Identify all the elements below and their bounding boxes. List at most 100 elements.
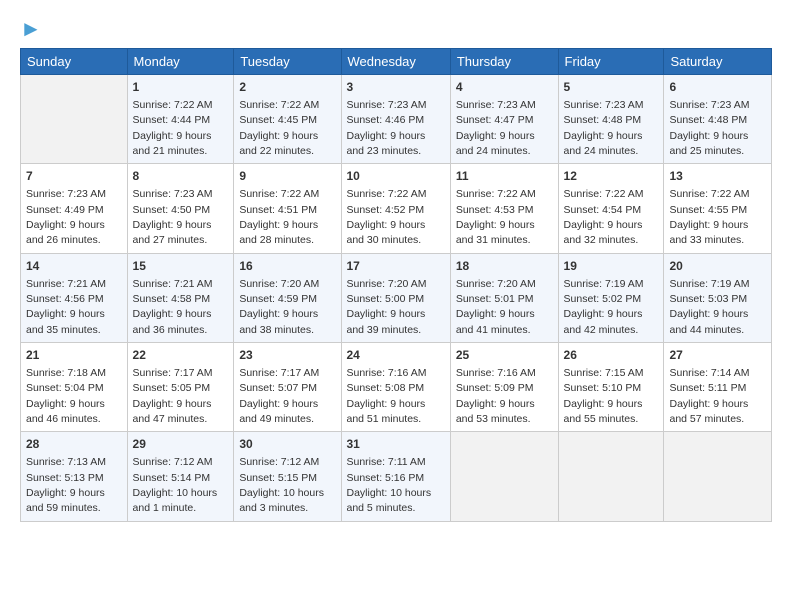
day-number: 24 — [347, 347, 445, 364]
calendar-cell: 15Sunrise: 7:21 AMSunset: 4:58 PMDayligh… — [127, 253, 234, 342]
day-daylight: Daylight: 9 hours and 49 minutes. — [239, 398, 318, 425]
day-sunset: Sunset: 5:13 PM — [26, 472, 104, 484]
day-daylight: Daylight: 9 hours and 59 minutes. — [26, 487, 105, 514]
calendar-cell: 16Sunrise: 7:20 AMSunset: 4:59 PMDayligh… — [234, 253, 341, 342]
day-sunset: Sunset: 5:16 PM — [347, 472, 425, 484]
day-number: 12 — [564, 168, 659, 185]
day-number: 7 — [26, 168, 122, 185]
day-number: 20 — [669, 258, 766, 275]
header-thursday: Thursday — [450, 49, 558, 75]
day-sunset: Sunset: 5:07 PM — [239, 382, 317, 394]
day-number: 4 — [456, 79, 553, 96]
day-sunrise: Sunrise: 7:14 AM — [669, 367, 749, 379]
day-sunrise: Sunrise: 7:12 AM — [133, 456, 213, 468]
calendar-cell: 10Sunrise: 7:22 AMSunset: 4:52 PMDayligh… — [341, 164, 450, 253]
day-number: 28 — [26, 436, 122, 453]
day-daylight: Daylight: 9 hours and 51 minutes. — [347, 398, 426, 425]
day-sunset: Sunset: 4:44 PM — [133, 114, 211, 126]
day-sunset: Sunset: 5:08 PM — [347, 382, 425, 394]
day-sunset: Sunset: 4:50 PM — [133, 204, 211, 216]
calendar-cell: 24Sunrise: 7:16 AMSunset: 5:08 PMDayligh… — [341, 343, 450, 432]
day-number: 26 — [564, 347, 659, 364]
calendar-week-4: 28Sunrise: 7:13 AMSunset: 5:13 PMDayligh… — [21, 432, 772, 521]
calendar-cell: 26Sunrise: 7:15 AMSunset: 5:10 PMDayligh… — [558, 343, 664, 432]
header-monday: Monday — [127, 49, 234, 75]
day-daylight: Daylight: 9 hours and 35 minutes. — [26, 308, 105, 335]
calendar-cell: 7Sunrise: 7:23 AMSunset: 4:49 PMDaylight… — [21, 164, 128, 253]
day-number: 2 — [239, 79, 335, 96]
day-daylight: Daylight: 9 hours and 27 minutes. — [133, 219, 212, 246]
day-sunrise: Sunrise: 7:17 AM — [133, 367, 213, 379]
day-number: 27 — [669, 347, 766, 364]
day-number: 5 — [564, 79, 659, 96]
day-daylight: Daylight: 9 hours and 21 minutes. — [133, 130, 212, 157]
day-sunrise: Sunrise: 7:19 AM — [564, 278, 644, 290]
calendar-cell: 28Sunrise: 7:13 AMSunset: 5:13 PMDayligh… — [21, 432, 128, 521]
day-number: 1 — [133, 79, 229, 96]
day-daylight: Daylight: 9 hours and 23 minutes. — [347, 130, 426, 157]
day-number: 9 — [239, 168, 335, 185]
calendar-cell: 27Sunrise: 7:14 AMSunset: 5:11 PMDayligh… — [664, 343, 772, 432]
day-sunset: Sunset: 4:54 PM — [564, 204, 642, 216]
calendar-cell: 5Sunrise: 7:23 AMSunset: 4:48 PMDaylight… — [558, 75, 664, 164]
day-number: 21 — [26, 347, 122, 364]
day-sunrise: Sunrise: 7:23 AM — [133, 188, 213, 200]
day-sunset: Sunset: 5:01 PM — [456, 293, 534, 305]
day-sunrise: Sunrise: 7:22 AM — [239, 99, 319, 111]
day-daylight: Daylight: 9 hours and 53 minutes. — [456, 398, 535, 425]
day-daylight: Daylight: 9 hours and 22 minutes. — [239, 130, 318, 157]
day-sunrise: Sunrise: 7:20 AM — [239, 278, 319, 290]
calendar-cell: 1 Sunrise: 7:22 AM Sunset: 4:44 PM Daylight… — [127, 75, 234, 164]
day-sunrise: Sunrise: 7:20 AM — [347, 278, 427, 290]
day-daylight: Daylight: 9 hours and 24 minutes. — [456, 130, 535, 157]
calendar-cell: 25Sunrise: 7:16 AMSunset: 5:09 PMDayligh… — [450, 343, 558, 432]
calendar-week-1: 7Sunrise: 7:23 AMSunset: 4:49 PMDaylight… — [21, 164, 772, 253]
day-daylight: Daylight: 10 hours and 5 minutes. — [347, 487, 432, 514]
day-number: 31 — [347, 436, 445, 453]
day-daylight: Daylight: 10 hours and 3 minutes. — [239, 487, 324, 514]
day-number: 25 — [456, 347, 553, 364]
day-sunrise: Sunrise: 7:16 AM — [456, 367, 536, 379]
calendar-week-2: 14Sunrise: 7:21 AMSunset: 4:56 PMDayligh… — [21, 253, 772, 342]
calendar-cell: 14Sunrise: 7:21 AMSunset: 4:56 PMDayligh… — [21, 253, 128, 342]
day-daylight: Daylight: 9 hours and 38 minutes. — [239, 308, 318, 335]
day-sunrise: Sunrise: 7:17 AM — [239, 367, 319, 379]
day-number: 6 — [669, 79, 766, 96]
day-number: 13 — [669, 168, 766, 185]
day-daylight: Daylight: 9 hours and 31 minutes. — [456, 219, 535, 246]
calendar-cell: 20Sunrise: 7:19 AMSunset: 5:03 PMDayligh… — [664, 253, 772, 342]
day-sunrise: Sunrise: 7:21 AM — [133, 278, 213, 290]
calendar-cell — [450, 432, 558, 521]
day-sunset: Sunset: 5:03 PM — [669, 293, 747, 305]
calendar-cell: 6Sunrise: 7:23 AMSunset: 4:48 PMDaylight… — [664, 75, 772, 164]
logo-arrow-icon: ► — [20, 16, 42, 42]
day-sunset: Sunset: 5:02 PM — [564, 293, 642, 305]
day-daylight: Daylight: 9 hours and 24 minutes. — [564, 130, 643, 157]
header-saturday: Saturday — [664, 49, 772, 75]
calendar-cell: 30Sunrise: 7:12 AMSunset: 5:15 PMDayligh… — [234, 432, 341, 521]
day-number: 29 — [133, 436, 229, 453]
calendar-cell: 12Sunrise: 7:22 AMSunset: 4:54 PMDayligh… — [558, 164, 664, 253]
day-number: 23 — [239, 347, 335, 364]
day-number: 17 — [347, 258, 445, 275]
calendar-cell — [558, 432, 664, 521]
day-sunrise: Sunrise: 7:22 AM — [239, 188, 319, 200]
header-sunday: Sunday — [21, 49, 128, 75]
day-sunset: Sunset: 4:45 PM — [239, 114, 317, 126]
day-number: 15 — [133, 258, 229, 275]
day-sunrise: Sunrise: 7:18 AM — [26, 367, 106, 379]
day-sunset: Sunset: 4:46 PM — [347, 114, 425, 126]
calendar-cell: 21Sunrise: 7:18 AMSunset: 5:04 PMDayligh… — [21, 343, 128, 432]
day-sunrise: Sunrise: 7:11 AM — [347, 456, 426, 468]
calendar-cell: 19Sunrise: 7:19 AMSunset: 5:02 PMDayligh… — [558, 253, 664, 342]
day-sunrise: Sunrise: 7:15 AM — [564, 367, 644, 379]
day-daylight: Daylight: 9 hours and 25 minutes. — [669, 130, 748, 157]
calendar-cell: 11Sunrise: 7:22 AMSunset: 4:53 PMDayligh… — [450, 164, 558, 253]
main-container: ► SundayMondayTuesdayWednesdayThursdayFr… — [0, 0, 792, 532]
calendar-week-3: 21Sunrise: 7:18 AMSunset: 5:04 PMDayligh… — [21, 343, 772, 432]
day-sunrise: Sunrise: 7:22 AM — [133, 99, 213, 111]
calendar-cell: 23 Sunrise: 7:17 AM Sunset: 5:07 PM Dayligh… — [234, 343, 341, 432]
calendar-cell: 17Sunrise: 7:20 AMSunset: 5:00 PMDayligh… — [341, 253, 450, 342]
calendar-cell: 9Sunrise: 7:22 AMSunset: 4:51 PMDaylight… — [234, 164, 341, 253]
calendar-cell: 3Sunrise: 7:23 AMSunset: 4:46 PMDaylight… — [341, 75, 450, 164]
